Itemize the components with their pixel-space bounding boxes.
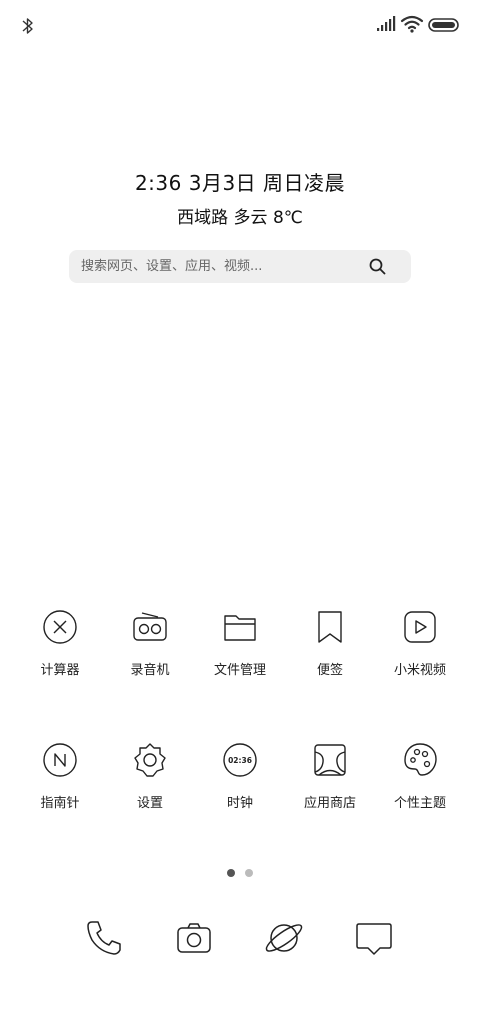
message-icon[interactable]: [354, 918, 394, 958]
wifi-icon: [400, 15, 424, 33]
app-store-icon: [314, 744, 346, 776]
page-indicator-2[interactable]: [245, 869, 253, 877]
app-label: 小米视频: [393, 663, 446, 678]
app-themes[interactable]: 个性主题: [372, 742, 468, 811]
folder-icon: [224, 615, 256, 641]
app-label: 录音机: [130, 663, 170, 678]
app-label: 应用商店: [303, 796, 356, 811]
clock-icon-text: 02:36: [228, 756, 252, 765]
recorder-icon: [133, 612, 167, 641]
app-calculator[interactable]: 计算器: [12, 609, 108, 678]
search-input[interactable]: [81, 250, 361, 283]
app-label: 指南针: [40, 796, 80, 811]
app-clock[interactable]: 02:36 时钟: [192, 742, 288, 811]
browser-icon[interactable]: [264, 918, 304, 958]
app-compass[interactable]: 指南针: [12, 742, 108, 811]
phone-icon[interactable]: [84, 918, 124, 958]
compass-icon: [43, 743, 77, 777]
app-app-store[interactable]: 应用商店: [282, 742, 378, 811]
bookmark-icon: [318, 611, 342, 643]
bluetooth-icon: [22, 18, 33, 34]
palette-icon: [404, 743, 437, 776]
search-icon[interactable]: [369, 258, 386, 275]
video-icon: [404, 611, 436, 643]
app-label: 个性主题: [393, 796, 446, 811]
search-bar[interactable]: [69, 250, 411, 283]
app-label: 文件管理: [213, 663, 266, 678]
status-bar: [0, 0, 480, 50]
battery-icon: [428, 18, 459, 32]
app-label: 时钟: [226, 796, 253, 811]
calculator-icon: [43, 610, 77, 644]
app-notes[interactable]: 便签: [282, 609, 378, 678]
signal-icon: [377, 16, 396, 31]
camera-icon[interactable]: [174, 918, 214, 958]
app-settings[interactable]: 设置: [102, 742, 198, 811]
page-indicator-1[interactable]: [227, 869, 235, 877]
app-label: 设置: [136, 796, 163, 811]
date-time[interactable]: 2:36 3月3日 周日凌晨: [0, 167, 480, 196]
gear-icon: [134, 743, 166, 777]
clock-icon: 02:36: [223, 743, 257, 777]
app-file-manager[interactable]: 文件管理: [192, 609, 288, 678]
home-screen: 2:36 3月3日 周日凌晨 西域路 多云 8℃ 计算器 录音机: [0, 0, 480, 1013]
app-recorder[interactable]: 录音机: [102, 609, 198, 678]
app-label: 便签: [316, 663, 343, 678]
app-mi-video[interactable]: 小米视频: [372, 609, 468, 678]
weather-info[interactable]: 西域路 多云 8℃: [0, 203, 480, 228]
app-label: 计算器: [40, 663, 80, 678]
